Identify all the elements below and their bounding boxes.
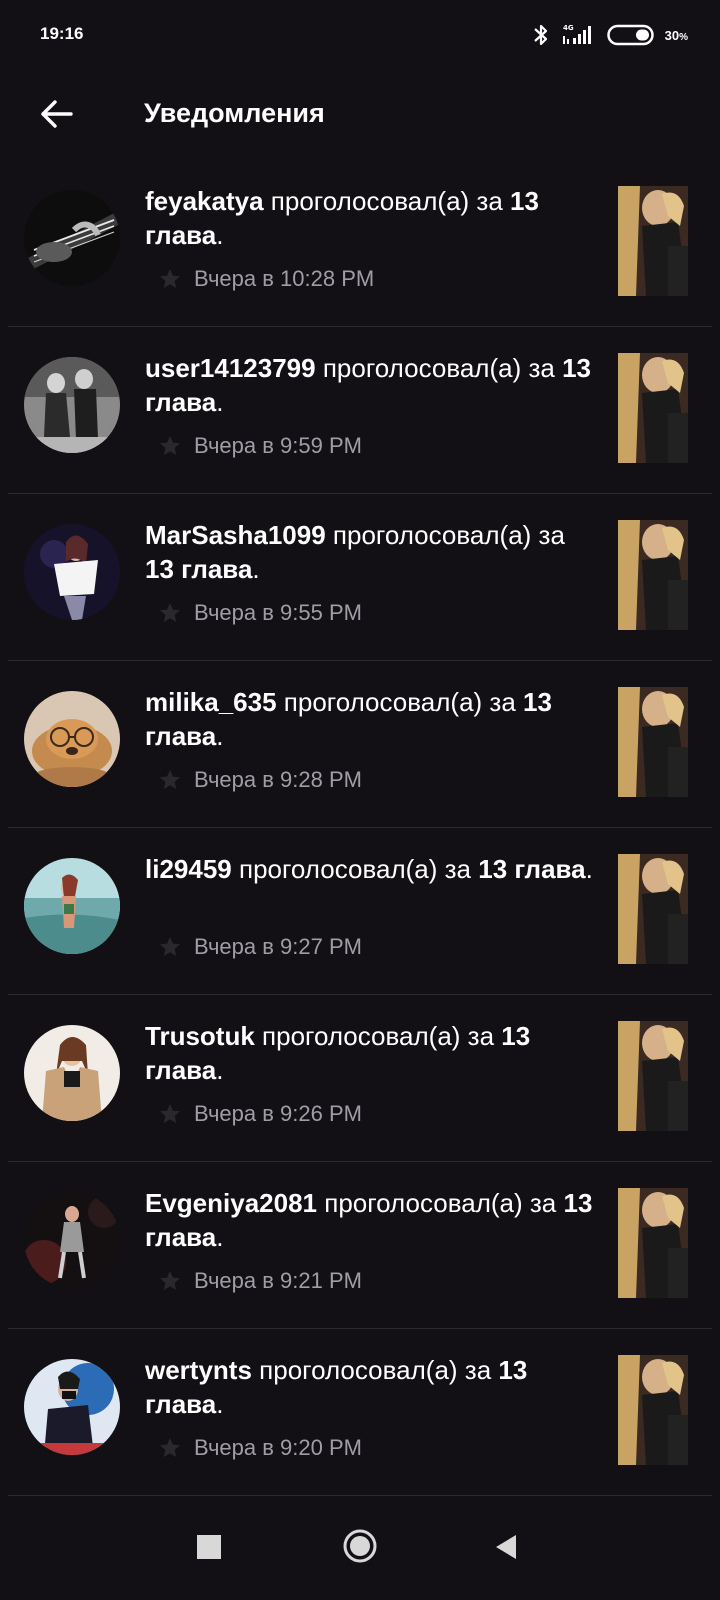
signal-icon: 4G [561, 22, 597, 48]
avatar[interactable] [24, 1192, 120, 1288]
chapter-title[interactable]: 13 глава [145, 554, 252, 584]
avatar[interactable] [24, 691, 120, 787]
notification-item[interactable]: milika_635 проголосовал(а) за 13 глава. … [8, 661, 712, 828]
svg-text:4G: 4G [563, 24, 574, 32]
username[interactable]: li29459 [145, 854, 232, 884]
username[interactable]: MarSasha1099 [145, 520, 326, 550]
action-text: проголосовал(а) за [283, 687, 516, 717]
story-cover-thumbnail[interactable] [618, 1021, 688, 1131]
story-cover-thumbnail[interactable] [618, 520, 688, 630]
battery-level: 30% [664, 27, 688, 43]
notification-text: li29459 проголосовал(а) за 13 глава. [145, 854, 593, 884]
recents-square-icon [197, 1535, 221, 1559]
notification-text: milika_635 проголосовал(а) за 13 глава. [145, 687, 552, 751]
action-text: проголосовал(а) за [259, 1355, 492, 1385]
status-time: 19:16 [40, 24, 84, 43]
notification-item[interactable]: feyakatya проголосовал(а) за 13 глава. В… [8, 160, 712, 327]
story-cover-thumbnail[interactable] [618, 186, 688, 296]
timestamp: Вчера в 9:59 PM [194, 433, 362, 458]
notification-text: MarSasha1099 проголосовал(а) за 13 глава… [145, 520, 565, 584]
notification-meta: Вчера в 9:27 PM [158, 934, 362, 960]
notification-list[interactable]: feyakatya проголосовал(а) за 13 глава. В… [0, 160, 720, 1496]
notification-meta: Вчера в 10:28 PM [158, 266, 374, 292]
notification-meta: Вчера в 9:28 PM [158, 767, 362, 793]
timestamp: Вчера в 9:26 PM [194, 1101, 362, 1126]
story-cover-thumbnail[interactable] [618, 353, 688, 463]
timestamp: Вчера в 9:20 PM [194, 1435, 362, 1460]
notification-text: Evgeniya2081 проголосовал(а) за 13 глава… [145, 1188, 593, 1252]
avatar[interactable] [24, 190, 120, 286]
timestamp: Вчера в 9:55 PM [194, 600, 362, 625]
username[interactable]: wertynts [145, 1355, 252, 1385]
action-text: проголосовал(а) за [270, 186, 503, 216]
notification-meta: Вчера в 9:26 PM [158, 1101, 362, 1127]
page-title: Уведомления [144, 98, 325, 128]
star-icon [160, 436, 180, 455]
home-button[interactable] [342, 1528, 378, 1569]
story-cover-thumbnail[interactable] [618, 1188, 688, 1298]
notification-meta: Вчера в 9:20 PM [158, 1435, 362, 1461]
avatar[interactable] [24, 524, 120, 620]
timestamp: Вчера в 9:28 PM [194, 767, 362, 792]
star-icon [160, 1104, 180, 1123]
notification-meta: Вчера в 9:59 PM [158, 433, 362, 459]
notification-meta: Вчера в 9:55 PM [158, 600, 362, 626]
username[interactable]: Evgeniya2081 [145, 1188, 317, 1218]
system-back-button[interactable] [494, 1534, 518, 1565]
system-nav-bar [0, 1496, 720, 1600]
star-icon [160, 1271, 180, 1290]
chapter-title[interactable]: 13 глава [478, 854, 585, 884]
notification-item[interactable]: Evgeniya2081 проголосовал(а) за 13 глава… [8, 1162, 712, 1329]
avatar[interactable] [24, 858, 120, 954]
battery-icon [606, 23, 655, 47]
back-button[interactable] [30, 88, 82, 140]
action-text: проголосовал(а) за [332, 520, 565, 550]
username[interactable]: feyakatya [145, 186, 264, 216]
status-icons: 4G 30% [531, 22, 688, 48]
timestamp: Вчера в 10:28 PM [194, 266, 375, 291]
notification-item[interactable]: MarSasha1099 проголосовал(а) за 13 глава… [8, 494, 712, 661]
star-icon [160, 603, 180, 622]
avatar[interactable] [24, 1025, 120, 1121]
star-icon [160, 770, 180, 789]
recents-button[interactable] [196, 1534, 222, 1565]
story-cover-thumbnail[interactable] [618, 687, 688, 797]
star-icon [160, 269, 180, 288]
action-text: проголосовал(а) за [324, 1188, 557, 1218]
notification-text: feyakatya проголосовал(а) за 13 глава. [145, 186, 539, 250]
star-icon [160, 1438, 180, 1457]
username[interactable]: Trusotuk [145, 1021, 255, 1051]
notification-text: wertynts проголосовал(а) за 13 глава. [145, 1355, 528, 1419]
action-text: проголосовал(а) за [262, 1021, 495, 1051]
story-cover-thumbnail[interactable] [618, 1355, 688, 1465]
username[interactable]: user14123799 [145, 353, 316, 383]
timestamp: Вчера в 9:27 PM [194, 934, 362, 959]
status-bar: 19:16 4G 30% [0, 0, 720, 70]
username[interactable]: milika_635 [145, 687, 277, 717]
action-text: проголосовал(а) за [322, 353, 555, 383]
notification-meta: Вчера в 9:21 PM [158, 1268, 362, 1294]
arrow-left-icon [41, 100, 73, 128]
avatar[interactable] [24, 357, 120, 453]
notification-text: user14123799 проголосовал(а) за 13 глава… [145, 353, 592, 417]
notification-item[interactable]: li29459 проголосовал(а) за 13 глава. Вче… [8, 828, 712, 995]
timestamp: Вчера в 9:21 PM [194, 1268, 362, 1293]
home-circle-icon [343, 1529, 377, 1563]
notification-item[interactable]: Trusotuk проголосовал(а) за 13 глава. Вч… [8, 995, 712, 1162]
notification-item[interactable]: wertynts проголосовал(а) за 13 глава. Вч… [8, 1329, 712, 1496]
action-text: проголосовал(а) за [238, 854, 471, 884]
story-cover-thumbnail[interactable] [618, 854, 688, 964]
back-triangle-icon [496, 1535, 516, 1559]
notification-text: Trusotuk проголосовал(а) за 13 глава. [145, 1021, 531, 1085]
notification-item[interactable]: user14123799 проголосовал(а) за 13 глава… [8, 327, 712, 494]
app-bar: Уведомления [0, 70, 720, 160]
avatar[interactable] [24, 1359, 120, 1455]
bluetooth-icon [531, 22, 551, 48]
star-icon [160, 937, 180, 956]
